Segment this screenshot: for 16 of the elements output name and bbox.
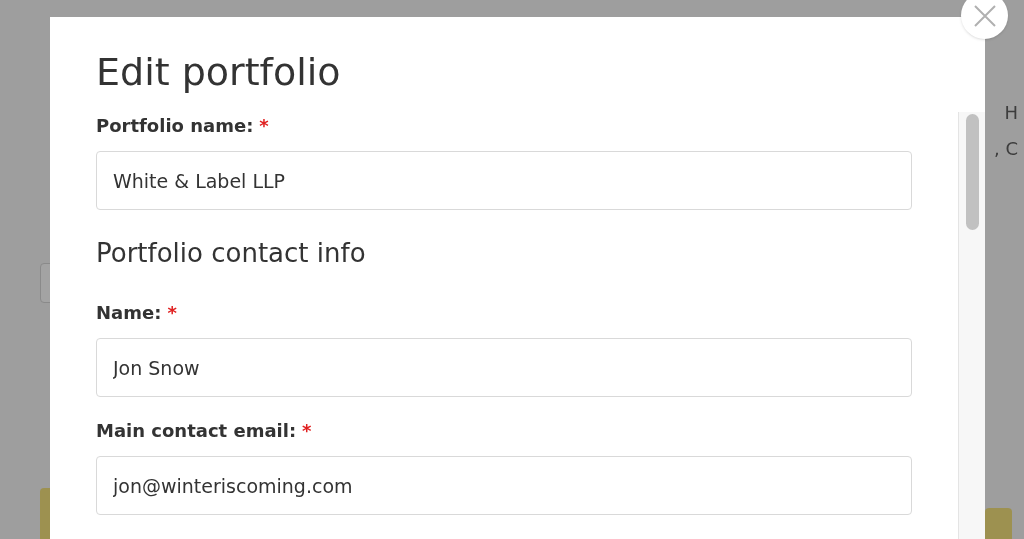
required-asterisk: * xyxy=(302,420,312,441)
background-text: , C xyxy=(994,136,1018,161)
field-label: Portfolio name: xyxy=(96,115,254,136)
background-text: H xyxy=(1004,100,1018,125)
required-asterisk: * xyxy=(259,115,269,136)
text-field[interactable]: jon@winteriscoming.com xyxy=(96,456,912,515)
required-asterisk: * xyxy=(167,302,177,323)
scrollbar-thumb[interactable] xyxy=(965,114,979,230)
close-icon xyxy=(973,4,996,27)
scrollbar[interactable] xyxy=(958,112,985,539)
field-label: Name: xyxy=(96,302,162,323)
close-button[interactable] xyxy=(961,0,1008,39)
field-label: Main contact email: xyxy=(96,420,297,441)
section-heading: Portfolio contact info xyxy=(96,238,366,268)
modal-title: Edit portfolio xyxy=(96,50,341,94)
text-field[interactable]: White & Label LLP xyxy=(96,151,912,210)
